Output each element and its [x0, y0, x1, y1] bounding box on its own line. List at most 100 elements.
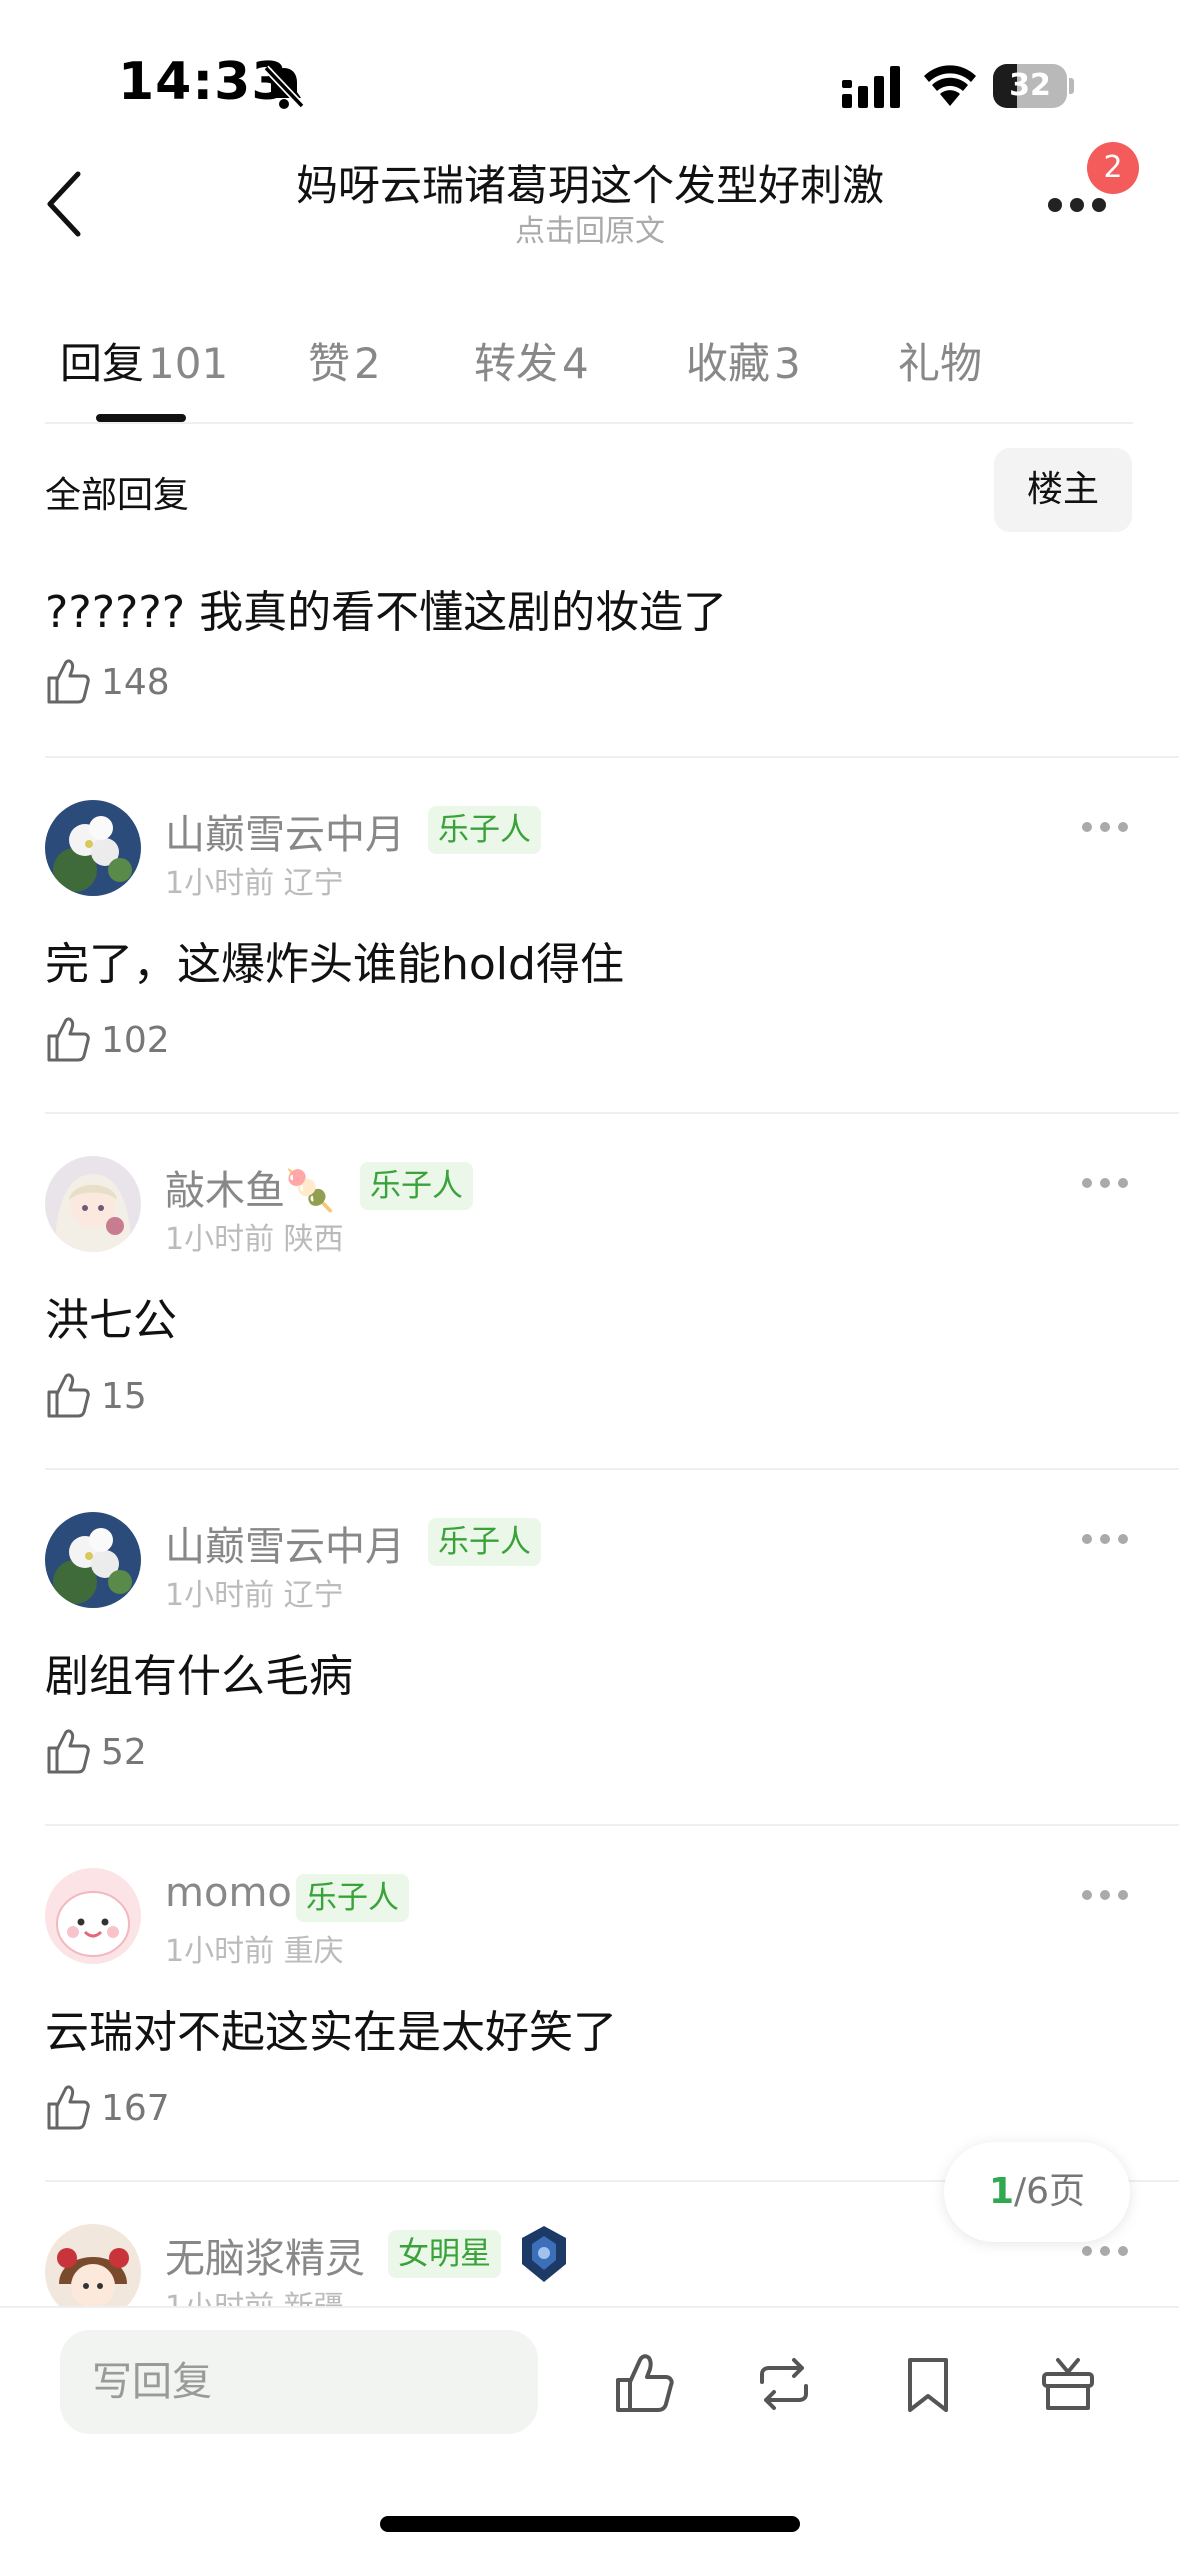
comment-time: 1小时前 — [165, 1578, 275, 1613]
comment-location: 辽宁 — [283, 866, 344, 901]
battery-percent: 32 — [1009, 68, 1051, 103]
comment-location: 陕西 — [283, 1222, 344, 1257]
comment-location: 新疆 — [284, 2290, 344, 2306]
avatar[interactable] — [45, 1156, 141, 1252]
comment-meta: 1小时前 重庆 — [165, 1926, 344, 1970]
divider — [45, 422, 1133, 424]
thumbs-up-icon — [47, 2085, 90, 2130]
tab-label: 回复 — [60, 339, 145, 388]
tab-count: 4 — [562, 339, 589, 388]
avatar[interactable] — [45, 800, 141, 896]
like-count: 15 — [101, 1376, 147, 1417]
wifi-icon — [924, 65, 976, 106]
avatar[interactable] — [45, 2224, 141, 2306]
tab-bar: 回复101 赞2 转发4 收藏3 礼物 — [0, 320, 1179, 430]
tab-likes[interactable]: 赞2 — [308, 330, 381, 391]
more-dot-icon — [1070, 198, 1084, 212]
anime-girl-avatar-icon — [45, 1156, 141, 1252]
tab-label: 转发 — [474, 339, 559, 388]
tab-gifts[interactable]: 礼物 — [898, 330, 982, 391]
tab-count: 101 — [148, 339, 229, 388]
page-indicator[interactable]: 1/6页 — [944, 2142, 1130, 2242]
badge-medal-icon — [522, 2226, 566, 2282]
user-tag: 乐子人 — [428, 806, 541, 854]
comment-more-button[interactable] — [1082, 1890, 1128, 1904]
user-tag: 乐子人 — [428, 1518, 541, 1566]
pink-blob-avatar-icon — [45, 1868, 141, 1964]
comment-text: ?????? 我真的看不懂这剧的妆造了 — [45, 587, 728, 638]
thumbs-up-icon — [47, 1729, 90, 1774]
comment-more-button[interactable] — [1082, 822, 1128, 836]
home-indicator — [380, 2516, 800, 2532]
reply-input[interactable]: 写回复 — [60, 2330, 538, 2434]
tab-label: 礼物 — [898, 339, 983, 388]
tab-favorites[interactable]: 收藏3 — [686, 330, 801, 391]
like-count: 102 — [101, 1020, 170, 1061]
divider — [45, 1824, 1179, 1826]
comment-time: 1小时前 — [165, 1222, 275, 1257]
user-tag: 女明星 — [388, 2230, 501, 2278]
tab-label: 收藏 — [686, 339, 771, 388]
notification-badge: 2 — [1087, 142, 1139, 194]
thumbs-up-icon[interactable] — [612, 2352, 676, 2416]
comment-meta: 1小时前 陕西 — [165, 1214, 344, 1258]
comment-time: 1小时前 — [165, 866, 275, 901]
flower-avatar-icon — [45, 1512, 141, 1608]
tab-label: 赞 — [308, 339, 351, 388]
comment-location: 辽宁 — [283, 1578, 344, 1613]
owner-only-button[interactable]: 楼主 — [994, 448, 1132, 532]
avatar[interactable] — [45, 1868, 141, 1964]
comment-text: 完了，这爆炸头谁能hold得住 — [45, 939, 624, 990]
comment-time: 1小时前 — [165, 2290, 274, 2306]
current-page: 1 — [988, 2171, 1014, 2212]
divider — [45, 1112, 1179, 1114]
nav-header: 妈呀云瑞诸葛玥这个发型好刺激 点击回原文 — [0, 140, 1179, 270]
tab-reposts[interactable]: 转发4 — [474, 330, 589, 391]
more-dot-icon — [1048, 198, 1062, 212]
comment-text: 剧组有什么毛病 — [45, 1651, 353, 1702]
username[interactable]: momo — [165, 1870, 292, 1916]
status-bar: 14:33 32 — [0, 0, 1179, 160]
comment-more-button[interactable] — [1082, 2246, 1128, 2260]
bookmark-icon[interactable] — [896, 2352, 960, 2416]
user-tag: 乐子人 — [296, 1874, 409, 1922]
like-count: 52 — [101, 1732, 147, 1773]
comment-more-button[interactable] — [1082, 1178, 1128, 1192]
username[interactable]: 敲木鱼🍡 — [165, 1158, 335, 1216]
cellular-signal-icon — [842, 66, 900, 108]
bottom-action-bar: 写回复 — [0, 2306, 1179, 2556]
username[interactable]: 山巅雪云中月 — [165, 1514, 405, 1572]
back-arrow-icon[interactable] — [40, 164, 90, 244]
like-count: 167 — [101, 2088, 170, 2129]
comment-text: 洪七公 — [45, 1295, 177, 1346]
user-tag: 乐子人 — [360, 1162, 473, 1210]
all-replies-label[interactable]: 全部回复 — [45, 466, 189, 518]
tab-count: 2 — [354, 339, 381, 388]
comment-text: 云瑞对不起这实在是太好笑了 — [45, 2007, 617, 2058]
total-pages: /6页 — [1014, 2171, 1086, 2212]
chibi-avatar-icon — [45, 2224, 141, 2306]
thumbs-up-icon — [47, 1373, 90, 1418]
comment-location: 重庆 — [283, 1934, 344, 1969]
tab-replies[interactable]: 回复101 — [60, 330, 228, 391]
comment-time: 1小时前 — [165, 1934, 275, 1969]
post-title[interactable]: 妈呀云瑞诸葛玥这个发型好刺激 — [170, 152, 1010, 213]
like-count: 148 — [101, 662, 170, 703]
flower-avatar-icon — [45, 800, 141, 896]
battery-icon: 32 — [993, 64, 1074, 108]
comment-meta: 1小时前 辽宁 — [165, 858, 344, 902]
active-tab-indicator — [96, 414, 186, 422]
avatar[interactable] — [45, 1512, 141, 1608]
gift-icon[interactable] — [1036, 2352, 1100, 2416]
tab-count: 3 — [774, 339, 801, 388]
username[interactable]: 山巅雪云中月 — [165, 802, 405, 860]
comment-more-button[interactable] — [1082, 1534, 1128, 1548]
username[interactable]: 无脑浆精灵 — [165, 2226, 365, 2284]
thumbs-up-icon — [47, 1017, 90, 1062]
back-to-post-link[interactable]: 点击回原文 — [170, 206, 1010, 250]
divider — [45, 756, 1179, 758]
comment-meta: 1小时前 新疆 — [165, 2282, 344, 2306]
more-dot-icon — [1092, 198, 1106, 212]
repost-icon[interactable] — [752, 2352, 816, 2416]
bell-off-icon — [263, 65, 305, 109]
